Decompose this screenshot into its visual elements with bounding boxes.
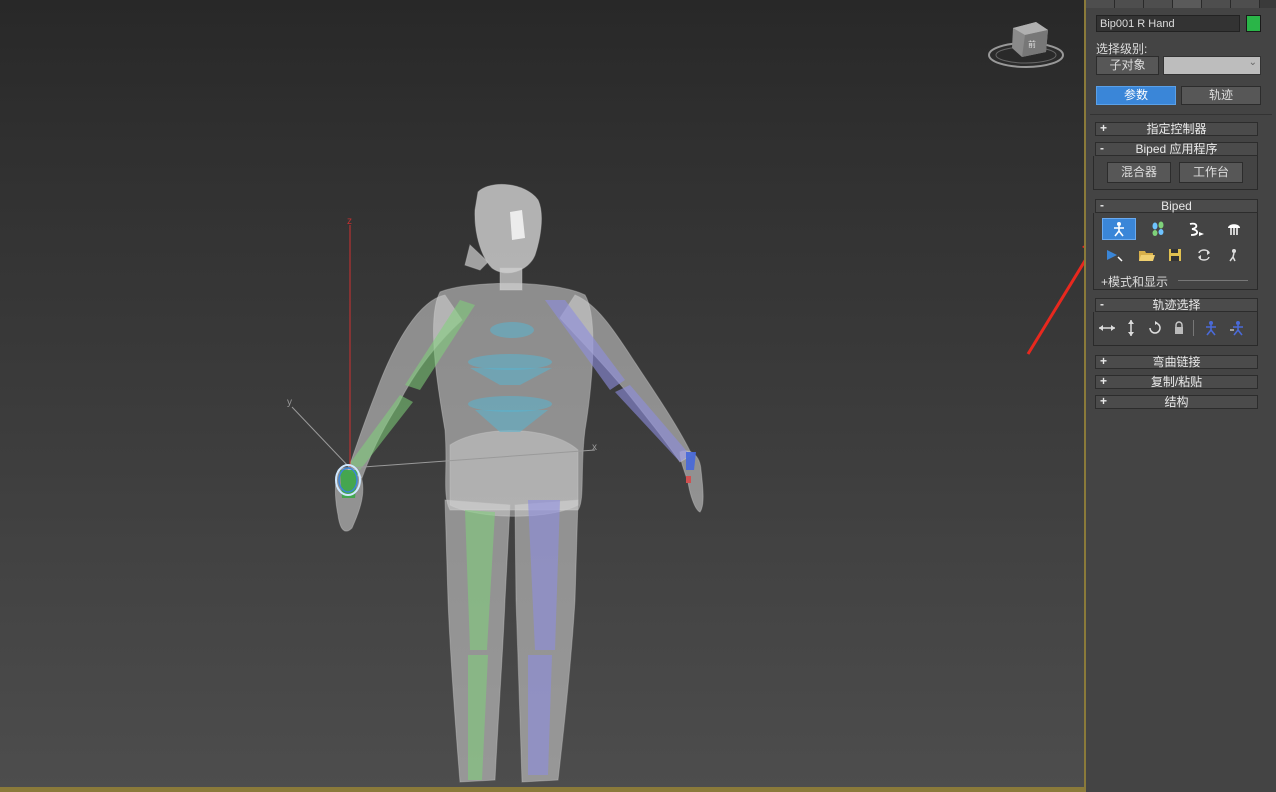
rollout-title: 弯曲链接 xyxy=(1152,355,1201,369)
scene: 前 z x y xyxy=(287,22,1064,783)
subobject-dropdown[interactable]: ⌄ xyxy=(1163,56,1261,75)
rollout-track-selection[interactable]: - 轨迹选择 xyxy=(1095,297,1258,312)
rollout-title: 轨迹选择 xyxy=(1152,298,1201,312)
svg-text:前: 前 xyxy=(1028,39,1036,49)
modes-display-line xyxy=(1178,280,1248,281)
open-file-icon[interactable] xyxy=(1134,245,1160,265)
object-color-swatch[interactable] xyxy=(1246,15,1261,32)
tab-motion[interactable] xyxy=(1173,0,1202,8)
rollout-biped[interactable]: - Biped xyxy=(1095,198,1258,213)
rollout-title: Biped 应用程序 xyxy=(1135,142,1218,156)
command-panel: Bip001 R Hand 选择级别: 子对象 ⌄ 参数 轨迹 + 指定控制器 … xyxy=(1086,0,1276,792)
app-window: 前 z x y Bip001 R Hand 选择级别: 子对象 ⌄ 参数 轨迹 … xyxy=(0,0,1276,792)
mixer-button[interactable]: 混合器 xyxy=(1107,162,1171,183)
character-mesh[interactable] xyxy=(334,183,704,783)
x-axis-label: x xyxy=(592,442,597,453)
symmetrical-icon[interactable] xyxy=(1200,318,1222,338)
command-panel-tabs xyxy=(1086,0,1276,8)
hand-marker xyxy=(686,476,691,483)
viewcube-icon[interactable]: 前 xyxy=(988,22,1064,68)
figure-mode-icon[interactable] xyxy=(1102,218,1136,240)
tab-trajectories[interactable]: 轨迹 xyxy=(1181,86,1261,105)
mixer-mode-icon[interactable] xyxy=(1220,218,1248,240)
z-axis-label: z xyxy=(347,216,352,227)
subobject-button[interactable]: 子对象 xyxy=(1096,56,1159,75)
chevron-down-icon: ⌄ xyxy=(1248,57,1257,68)
opposite-icon[interactable] xyxy=(1226,318,1248,338)
body-vertical-icon[interactable] xyxy=(1120,318,1142,338)
convert-icon[interactable] xyxy=(1191,245,1217,265)
tab-utilities[interactable] xyxy=(1231,0,1260,8)
panel-divider xyxy=(1090,114,1272,115)
rollout-biped-body: +模式和显示 xyxy=(1093,213,1258,290)
tab-create[interactable] xyxy=(1086,0,1115,8)
rollout-title: Biped xyxy=(1161,199,1192,213)
rollout-track-selection-body xyxy=(1093,312,1258,346)
viewport-border-bottom xyxy=(0,787,1086,792)
y-axis-label: y xyxy=(287,397,292,408)
modes-display-toggle[interactable]: +模式和显示 xyxy=(1101,273,1168,290)
perspective-viewport[interactable]: 前 z x y xyxy=(0,0,1084,787)
lock-com-icon[interactable] xyxy=(1168,318,1190,338)
rollout-bend-links[interactable]: + 弯曲链接 xyxy=(1095,354,1258,369)
rollout-copy-paste[interactable]: + 复制/粘贴 xyxy=(1095,374,1258,389)
rollout-biped-apps-body: 混合器 工作台 xyxy=(1093,156,1258,190)
selection-level-label: 选择级别: xyxy=(1096,42,1148,56)
rollout-title: 结构 xyxy=(1164,395,1189,409)
rollout-title: 指定控制器 xyxy=(1146,122,1207,136)
move-all-mode-icon[interactable] xyxy=(1220,245,1246,265)
footstep-mode-icon[interactable] xyxy=(1144,218,1172,240)
rollout-biped-apps[interactable]: - Biped 应用程序 xyxy=(1095,141,1258,156)
object-name-field[interactable]: Bip001 R Hand xyxy=(1096,15,1240,32)
body-horizontal-icon[interactable] xyxy=(1096,318,1118,338)
rollout-assign-controller[interactable]: + 指定控制器 xyxy=(1095,121,1258,136)
save-file-icon[interactable] xyxy=(1162,245,1188,265)
body-rotation-icon[interactable] xyxy=(1144,318,1166,338)
tab-display[interactable] xyxy=(1202,0,1231,8)
tab-hierarchy[interactable] xyxy=(1144,0,1173,8)
toolbar-separator xyxy=(1193,320,1194,336)
playback-icon[interactable] xyxy=(1102,245,1128,265)
tab-modify[interactable] xyxy=(1115,0,1144,8)
tab-params[interactable]: 参数 xyxy=(1096,86,1176,105)
motion-flow-mode-icon[interactable] xyxy=(1182,218,1210,240)
rollout-structure[interactable]: + 结构 xyxy=(1095,394,1258,409)
rollout-title: 复制/粘贴 xyxy=(1150,375,1203,389)
workbench-button[interactable]: 工作台 xyxy=(1179,162,1243,183)
